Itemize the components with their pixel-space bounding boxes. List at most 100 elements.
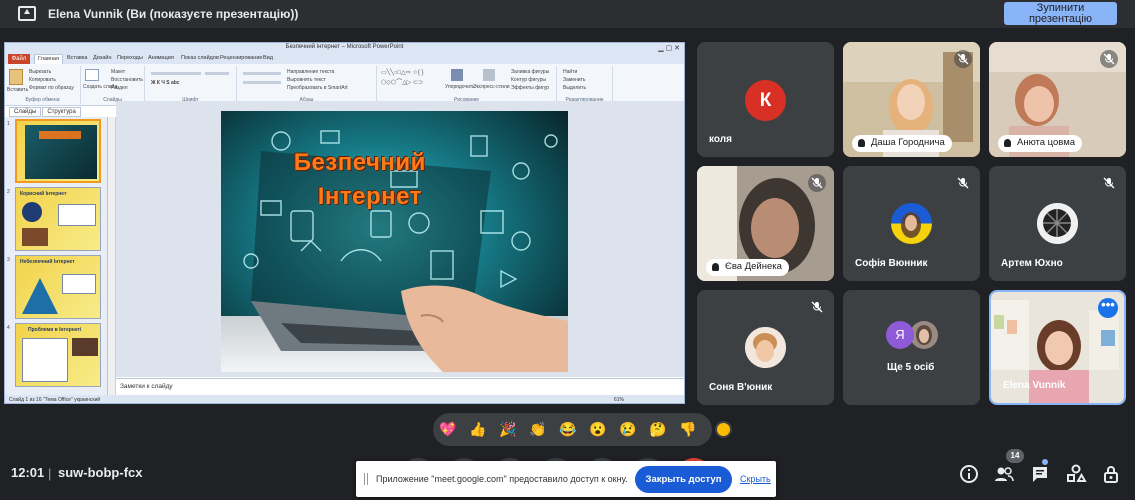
people-icon[interactable] <box>993 463 1015 485</box>
new-slide-icon <box>85 69 99 81</box>
ribbon-group-font: Ж К Ч S abc Шрифт <box>145 66 237 104</box>
reaction-clap-button[interactable]: 👏 <box>529 422 546 436</box>
participant-name: Єва Дейнека <box>706 259 789 276</box>
participant-tile-self[interactable]: ••• Elena Vunnik <box>989 290 1126 405</box>
ppt-ribbon-tabs: Файл Главная Вставка Дизайн Переходы Ани… <box>5 54 684 64</box>
reaction-laugh-button[interactable]: 😂 <box>559 422 576 436</box>
thumb-title: Проблеми в Інтернеті <box>28 327 82 333</box>
thumb-title: Небезпечний Інтернет <box>20 259 75 265</box>
ppt-status-bar: Слайд 1 из 16 "Тема Office" украинский 6… <box>5 395 684 403</box>
stop-sharing-button[interactable]: Закрыть доступ <box>635 466 732 493</box>
reaction-thinking-button[interactable]: 🤔 <box>649 422 666 436</box>
shape-effects-label: Эффекты фигур <box>511 85 550 91</box>
ppt-tab-review: Рецензирование <box>220 55 263 61</box>
thumb-image <box>62 274 96 294</box>
reaction-surprised-button[interactable]: 😮 <box>589 422 606 436</box>
reaction-thumbs-up-button[interactable]: 👍 <box>469 422 486 436</box>
ppt-tab-insert: Вставка <box>67 55 88 61</box>
shapes-gallery-icon: ▭╲╲○□△⇨ ☆{ } <box>381 70 424 76</box>
mic-off-icon <box>954 50 972 68</box>
status-text: Слайд 1 из 16 "Тема Office" украинский <box>9 397 101 403</box>
format-painter-label: Формат по образцу <box>29 85 74 91</box>
slide-canvas: Безпечний Інтернет <box>116 101 684 377</box>
more-participants-label: Ще 5 осіб <box>887 362 935 373</box>
slide-thumbnails: 1 2 Корисний Інтернет 3 Небезпечний Інте… <box>5 117 108 395</box>
skin-tone-button[interactable] <box>715 421 732 438</box>
participant-tile[interactable]: Даша Городнича <box>843 42 980 157</box>
window-controls-icon: ▁ ▢ ✕ <box>658 45 680 52</box>
more-options-button[interactable]: ••• <box>1098 298 1118 318</box>
reset-label: Восстановить <box>111 77 144 83</box>
thumb-number: 4 <box>7 325 10 331</box>
avatar <box>1037 203 1078 244</box>
ppt-tab-animation: Анимация <box>148 55 174 61</box>
present-screen-icon <box>18 6 36 21</box>
shape-outline-label: Контур фигуры <box>511 77 546 83</box>
people-count-badge: 14 <box>1006 449 1024 463</box>
ribbon-group-slides: Создать слайд Макет Восстановить Раздел … <box>81 66 145 104</box>
thumb-image <box>22 278 58 314</box>
participant-name: Софія Вюнник <box>855 258 928 269</box>
ribbon-group-paragraph: Направление текста Выровнять текст Преоб… <box>237 66 377 104</box>
avatar-image <box>1037 203 1078 244</box>
ppt-window-title: Безпечний інтернет – Microsoft PowerPoin… <box>285 44 404 50</box>
reaction-party-button[interactable]: 🎉 <box>499 422 516 436</box>
avatar: К <box>745 80 786 121</box>
ppt-title-bar: Безпечний інтернет – Microsoft PowerPoin… <box>5 43 684 54</box>
mic-off-icon <box>954 174 972 192</box>
smartart-label: Преобразовать в SmartArt <box>287 85 348 91</box>
thumb-image <box>72 338 98 356</box>
thumb-slide-4: Проблеми в Інтернеті <box>15 323 101 387</box>
mic-off-icon <box>1100 174 1118 192</box>
thumb-slide-2: Корисний Інтернет <box>15 187 101 251</box>
meeting-time: 12:01 <box>11 465 45 480</box>
font-box <box>151 72 201 75</box>
quick-styles-label: Экспресс-стили <box>473 84 510 90</box>
thumb-slide-1 <box>15 119 101 183</box>
paste-icon <box>9 69 23 85</box>
ppt-ribbon: Вставить Вырезать Копировать Формат по о… <box>5 64 684 106</box>
ppt-tab-home: Главная <box>34 54 63 64</box>
font-format-icons: Ж К Ч S abc <box>151 80 180 86</box>
chat-icon[interactable] <box>1029 463 1051 485</box>
thumbnail-scrollbar <box>108 117 116 395</box>
participant-tile[interactable]: К коля <box>697 42 834 157</box>
reaction-thumbs-down-button[interactable]: 👎 <box>679 422 696 436</box>
host-controls-icon[interactable] <box>1100 463 1122 485</box>
ribbon-group-drawing: ▭╲╲○□△⇨ ☆{ } ⬠◇⬡⌒△▷ ⊂⊃ Упорядочить Экспр… <box>377 66 557 104</box>
participant-tile[interactable]: Соня В'юник <box>697 290 834 405</box>
cut-label: Вырезать <box>29 69 52 75</box>
ribbon-group-clipboard: Вставить Вырезать Копировать Формат по о… <box>5 66 81 104</box>
reaction-sad-button[interactable]: 😢 <box>619 422 636 436</box>
ppt-tab-transitions: Переходы <box>117 55 143 61</box>
replace-label: Заменить <box>563 77 586 83</box>
activities-icon[interactable] <box>1065 463 1087 485</box>
participant-tile[interactable]: Артем Юхно <box>989 166 1126 281</box>
shared-screen: Безпечний інтернет – Microsoft PowerPoin… <box>4 42 685 404</box>
hide-notification-link[interactable]: Скрыть <box>740 474 771 484</box>
reaction-heart-button[interactable]: 💖 <box>439 422 456 436</box>
participant-tile[interactable]: Софія Вюнник <box>843 166 980 281</box>
shape-fill-label: Заливка фигуры <box>511 69 550 75</box>
paste-label: Вставить <box>7 87 29 93</box>
mic-off-icon <box>808 298 826 316</box>
more-participants-tile[interactable]: Я Ще 5 осіб <box>843 290 980 405</box>
participant-tile[interactable]: Анюта цовма <box>989 42 1126 157</box>
align-icons <box>243 81 281 84</box>
participant-name: Elena Vunnik <box>1003 380 1066 391</box>
participant-name: Соня В'юник <box>709 382 773 393</box>
participant-name: Анюта цовма <box>998 135 1083 152</box>
participant-tile[interactable]: Єва Дейнека <box>697 166 834 281</box>
presentation-banner: Elena Vunnik (Ви (показуєте презентацію)… <box>0 0 1135 28</box>
thumb-image <box>22 228 48 246</box>
reactions-bar: 💖 👍 🎉 👏 😂 😮 😢 🤔 👎 <box>433 413 712 446</box>
font-size-box <box>205 72 229 75</box>
ppt-tab-design: Дизайн <box>93 55 112 61</box>
meeting-info-icon[interactable] <box>958 463 980 485</box>
avatar: Я <box>886 321 914 349</box>
stop-presenting-button[interactable]: Зупинити презентацію <box>1004 2 1117 25</box>
drag-handle-icon[interactable] <box>364 473 368 485</box>
ppt-tab-view: Вид <box>263 55 273 61</box>
zoom-level: 61% <box>613 397 624 403</box>
pane-tab-outline: Структура <box>42 107 81 117</box>
